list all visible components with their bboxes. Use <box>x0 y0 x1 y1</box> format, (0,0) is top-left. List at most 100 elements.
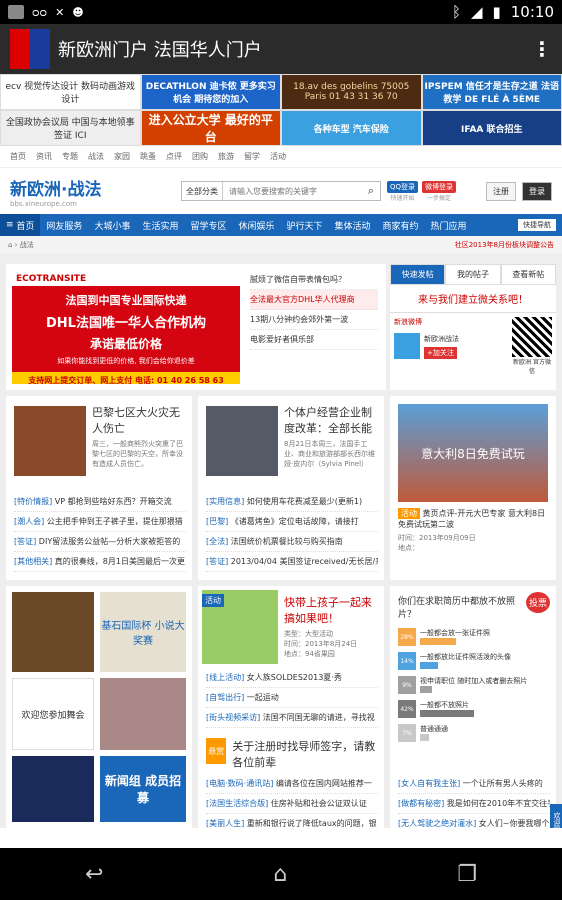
weibo-login-button[interactable]: 微博登录 <box>422 180 457 193</box>
ad-banner[interactable]: 进入公立大学 最好的平台 <box>140 110 281 146</box>
overflow-menu-icon[interactable]: ⋮ <box>532 37 552 61</box>
poll-option[interactable]: 7% 普通通通 <box>398 724 548 742</box>
top-nav-item[interactable]: 跳蚤 <box>140 151 156 162</box>
search-category-select[interactable]: 全部分类 <box>182 182 223 200</box>
login-button[interactable]: 登录 <box>522 181 552 201</box>
top-nav-item[interactable]: 活动 <box>270 151 286 162</box>
follow-button[interactable]: +加关注 <box>424 346 457 359</box>
feedback-tab[interactable]: 欢迎提建议 <box>550 804 562 828</box>
nav-item[interactable]: 大城小事 <box>88 214 136 236</box>
top-nav-item[interactable]: 首页 <box>10 151 26 162</box>
link-tag: [做都有秘密] <box>398 799 445 808</box>
nav-item[interactable]: 热门应用 <box>425 214 473 236</box>
site-logo[interactable]: 新欧洲·战法 bbs.xineurope.com <box>10 175 175 208</box>
dhl-ad[interactable]: ECOTRANSITE 法国到中国专业国际快递 DHL法国唯一华人合作机构 承诺… <box>12 272 240 384</box>
list-item[interactable]: [其他相关] 真的很奏线，8月1日美国最后一次更 <box>14 552 186 572</box>
reward-title[interactable]: 关于注册时找导师签字，请教各位前辈 <box>232 738 378 770</box>
nav-item[interactable]: 商家有约 <box>377 214 425 236</box>
list-item[interactable]: 13期八分钟约会郊外第一波 <box>250 310 378 330</box>
search-input[interactable] <box>223 182 362 200</box>
news-title[interactable]: 个体户经营企业制度改革：全部长能 <box>284 404 378 436</box>
list-item[interactable]: [潮人会] 公主把手伸到王子裤子里，提住那猥猎 <box>14 512 186 532</box>
list-item[interactable]: [做都有秘密] 我是如何在2010年不宜交往手 <box>398 794 550 814</box>
quick-nav-button[interactable]: 快捷导航 <box>518 219 556 231</box>
italy-image[interactable]: 意大利8日免费试玩 <box>398 404 548 502</box>
top-nav-item[interactable]: 团购 <box>192 151 208 162</box>
top-nav-item[interactable]: 家园 <box>114 151 130 162</box>
nav-item-home[interactable]: ≡ 首页 <box>0 214 41 236</box>
nav-item[interactable]: 集体活动 <box>329 214 377 236</box>
nav-item[interactable]: 休闲娱乐 <box>232 214 280 236</box>
list-item[interactable]: [特价情报] VP 都抢到些啥好东西？开箱交流 <box>14 492 186 512</box>
top-nav-item[interactable]: 留学 <box>244 151 260 162</box>
ad-banner[interactable]: 各种车型 汽车保险 <box>281 110 422 146</box>
top-nav-item[interactable]: 旅游 <box>218 151 234 162</box>
home-icon[interactable]: ⌂ <box>273 862 287 887</box>
tab-my-posts[interactable]: 我的帖子 <box>445 264 501 285</box>
announcement-link[interactable]: 社区2013年8月份板块调整公告 <box>455 240 554 250</box>
fire-truck-image[interactable] <box>14 406 86 476</box>
recruit-image[interactable]: 新闻组 成员招募 <box>100 756 186 822</box>
poll-option[interactable]: 42% 一般都不放照片 <box>398 700 548 718</box>
poll-option[interactable]: 28% 一般都会放一张证件照 <box>398 628 548 646</box>
ad-banner[interactable]: 全国政协会议局 中国与本地领事签证 ICI <box>0 110 141 146</box>
cup-image[interactable]: 基石国际杯 小说大奖赛 <box>100 592 186 672</box>
home-icon[interactable]: ⌂ › <box>8 241 20 249</box>
fashion-photo[interactable] <box>100 678 186 750</box>
list-item[interactable]: [答证] DIY留法服务公益帖—分析大家被拒答的 <box>14 532 186 552</box>
bluetooth-icon: ᛒ <box>451 3 461 21</box>
fruit-image[interactable]: 活动 <box>202 590 278 664</box>
list-item[interactable]: [电脑·数码·通讯站] 编请各位在国内网站推荐一 <box>206 774 378 794</box>
top-nav-item[interactable]: 战法 <box>88 151 104 162</box>
news-title[interactable]: 黄页点评-开元大巴专家 意大利8日免费试玩第二波 <box>398 509 545 529</box>
back-icon[interactable]: ↩ <box>85 862 103 887</box>
ad-banner[interactable]: DECATHLON 迪卡侬 更多实习机会 期待您的加入 <box>140 74 281 110</box>
list-item[interactable]: [女人自有我主张] 一个让所有男人头疼的 <box>398 774 550 794</box>
search-icon[interactable]: ⌕ <box>362 184 380 198</box>
register-button[interactable]: 注册 <box>486 181 516 201</box>
minister-photo[interactable] <box>206 406 278 476</box>
nav-item[interactable]: 网友服务 <box>40 214 88 236</box>
dhl-line3: 承诺最低价格 <box>89 337 162 351</box>
nav-item[interactable]: 留学专区 <box>184 214 232 236</box>
nav-item[interactable]: 驴行天下 <box>281 214 329 236</box>
tab-quick-post[interactable]: 快速发帖 <box>390 264 446 285</box>
list-item[interactable]: [街头视频采访] 法国不同国无聊的请进，寻找视 <box>206 708 378 728</box>
list-item[interactable]: [答证] 2013/04/04 美国签证received/无长居/来 <box>206 552 378 572</box>
list-item[interactable]: 全法最大官方DHL华人代理商 <box>250 290 378 310</box>
ad-banner[interactable]: IPSPEM 信任才是生存之道 法语教学 DE FLÉ À 5ÈME <box>421 74 562 110</box>
list-item[interactable]: [法国生活综合版] 住房补贴和社会公证双认证 <box>206 794 378 814</box>
qq-login-button[interactable]: QQ登录 <box>387 180 419 193</box>
list-item[interactable]: [无人驾驶之绝对灌水] 女人们~你要我哪个 <box>398 814 550 828</box>
ad-banner[interactable]: ecv 视觉传达设计 数码动画游戏设计 <box>0 74 141 110</box>
list-item[interactable]: [实用信息] 如何使用车花费减至最少(更新1) <box>206 492 378 512</box>
link-tag: [街头视频采访] <box>206 713 261 722</box>
list-item[interactable]: [全法] 法国统价机票餐比较与购买指南 <box>206 532 378 552</box>
top-nav-item[interactable]: 专题 <box>62 151 78 162</box>
ad-banner[interactable]: 18.av des gobelins 75005 Paris 01 43 31 … <box>281 74 422 110</box>
poll-option[interactable]: 9% 视申请职位 随时加入或者删去照片 <box>398 676 548 694</box>
breadcrumb-section[interactable]: 战法 <box>20 240 34 250</box>
tab-new-posts[interactable]: 查看新帖 <box>500 264 556 285</box>
list-item[interactable]: [线上活动] 女人族SOLDES2013夏·秀 <box>206 668 378 688</box>
top-nav-item[interactable]: 资讯 <box>36 151 52 162</box>
louvre-photo[interactable] <box>12 756 94 822</box>
poll-option[interactable]: 14% 一般都放比证件照活泼的头像 <box>398 652 548 670</box>
list-item[interactable]: 腻烦了微信自带表情包吗？ <box>250 270 378 290</box>
poll-bar <box>420 638 456 645</box>
news-title[interactable]: 巴黎七区大火灾无人伤亡 <box>92 404 186 436</box>
list-item[interactable]: 电影爱好者俱乐部 <box>250 330 378 350</box>
list-item[interactable]: [美丽人生] 重新和银行说了降低taux的问题，银 <box>206 814 378 828</box>
nav-item[interactable]: 生活实用 <box>136 214 184 236</box>
ad-banner[interactable]: IFAA 联合招生 <box>421 110 562 146</box>
dance-image[interactable]: 欢迎您参加舞会 <box>12 678 94 750</box>
status-bar: ᴑᴑ ✕ ☻ ᛒ ◢ ▮ 10:10 <box>0 0 562 24</box>
poll-percent: 9% <box>398 676 416 694</box>
recent-apps-icon[interactable]: ❐ <box>457 862 477 887</box>
list-item[interactable]: [巴黎] 《诸葛烤鱼》定位电话故障，请接打 <box>206 512 378 532</box>
activity-title[interactable]: 快带上孩子一起来搞如果吧！ <box>284 594 378 626</box>
palace-photo[interactable] <box>12 592 94 672</box>
top-nav-item[interactable]: 点评 <box>166 151 182 162</box>
list-item[interactable]: [自驾出行] 一起运动 <box>206 688 378 708</box>
activity-badge: 活动 <box>202 594 224 607</box>
